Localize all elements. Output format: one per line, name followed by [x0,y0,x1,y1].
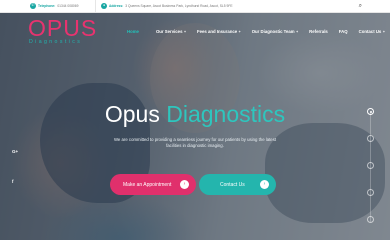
nav-item-contact-us[interactable]: Contact Us + [359,29,385,34]
phone-icon: ✆ [30,3,36,9]
make-appointment-label: Make an Appointment [123,181,172,188]
slider-dot[interactable] [367,189,374,196]
phone-info: ✆ Telephone: 01344 008069 [0,0,96,13]
nav-item-label: Our Diagnostic Team [251,29,295,34]
top-bar: ✆ Telephone: 01344 008069 ● Address: 3 Q… [0,0,390,13]
contact-us-button[interactable]: Contact Us › [199,174,276,195]
hero-title: Opus Diagnostics [0,103,390,126]
plus-icon: + [382,29,385,34]
nav-item-label: Home [127,29,139,34]
address-label: Address: [109,4,124,8]
plus-icon: + [183,29,187,34]
location-pin-icon: ● [101,3,107,9]
slider-dot[interactable] [367,108,374,115]
phone-label: Telephone: [38,4,56,8]
search-icon[interactable]: ⌕ [359,3,362,9]
nav-item-fees-and-insurance[interactable]: Fees and Insurance + [197,29,241,34]
main-nav: Home Our Services + Fees and Insurance + Our … [127,29,385,34]
nav-item-label: FAQ [338,29,348,34]
nav-item-label: Our Services [155,29,183,34]
make-appointment-button[interactable]: Make an Appointment › [110,174,196,195]
plus-icon: + [238,29,241,34]
hero-title-white: Opus [104,101,160,127]
phone-number[interactable]: 01344 008069 [57,4,78,8]
nav-item-faq[interactable]: FAQ [339,29,348,34]
slider-dot[interactable] [367,135,374,142]
nav-item-our-services[interactable]: Our Services + [156,29,186,34]
google-plus-icon[interactable]: G+ [12,149,18,154]
slider-dot[interactable] [367,162,374,169]
arrow-right-icon: › [180,180,189,189]
nav-item-referrals[interactable]: Referrals [309,29,328,34]
logo[interactable]: OPUS [28,17,97,40]
nav-item-label: Referrals [309,29,328,34]
hero-title-accent: Diagnostics [166,101,286,127]
plus-icon: + [296,29,299,34]
nav-item-home[interactable]: Home [127,29,139,34]
facebook-icon[interactable]: f [12,179,14,184]
nav-item-label: Fees and Insurance [197,29,238,34]
slider-dot[interactable] [367,216,374,223]
nav-item-label: Contact Us [358,29,382,34]
hero-subtitle: We are committed to providing a seamless… [113,137,277,148]
address-text: 3 Queens Square, Ascot Business Park, Ly… [125,4,233,8]
contact-us-label: Contact Us [220,181,245,188]
logo-tagline: Diagnostics [29,39,83,45]
nav-item-our-diagnostic-team[interactable]: Our Diagnostic Team + [252,29,298,34]
address-info: ● Address: 3 Queens Square, Ascot Busine… [96,0,233,13]
arrow-right-icon: › [260,180,269,189]
